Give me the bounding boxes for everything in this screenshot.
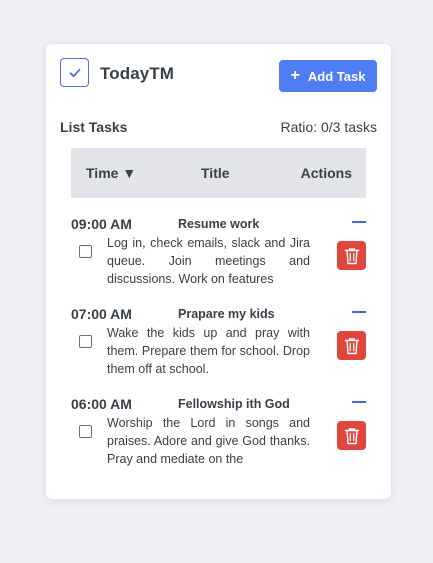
task-checkbox[interactable] (79, 335, 92, 348)
list-title: List Tasks (60, 119, 128, 135)
task-time: 07:00 AM (71, 306, 132, 322)
table-header: Time ▼ Title Actions (71, 148, 366, 198)
task-row: 06:00 AM Fellowship ith God Worship the … (71, 396, 366, 476)
task-description: Worship the Lord in songs and praises. A… (107, 416, 310, 466)
plus-icon: + (290, 67, 300, 84)
check-icon (69, 68, 80, 77)
task-description: Log in, check emails, slack and Jira que… (107, 236, 310, 286)
title-column-header: Title (201, 165, 230, 181)
task-time: 09:00 AM (71, 216, 132, 232)
task-ratio: Ratio: 0/3 tasks (280, 119, 378, 135)
task-title: Resume work (178, 217, 260, 231)
task-title: Fellowship ith God (178, 397, 290, 411)
logo-checkbox (60, 58, 89, 87)
delete-task-button[interactable] (337, 331, 366, 360)
task-description: Wake the kids up and pray with them. Pre… (107, 326, 310, 376)
collapse-dash-icon[interactable] (352, 311, 366, 313)
collapse-dash-icon[interactable] (352, 401, 366, 403)
trash-icon (344, 337, 359, 354)
collapse-dash-icon[interactable] (352, 221, 366, 223)
delete-task-button[interactable] (337, 421, 366, 450)
app-title: TodayTM (100, 64, 175, 83)
task-row: 07:00 AM Prapare my kids Wake the kids u… (71, 306, 366, 386)
task-title: Prapare my kids (178, 307, 275, 321)
add-task-button[interactable]: + Add Task (279, 60, 377, 92)
task-time: 06:00 AM (71, 396, 132, 412)
task-row: 09:00 AM Resume work Log in, check email… (71, 216, 366, 296)
add-task-label: Add Task (307, 68, 366, 84)
delete-task-button[interactable] (337, 241, 366, 270)
time-column-header[interactable]: Time ▼ (86, 165, 136, 181)
trash-icon (344, 247, 359, 264)
todo-card: TodayTM + Add Task List Tasks Ratio: 0/3… (46, 44, 391, 499)
task-checkbox[interactable] (79, 425, 92, 438)
task-checkbox[interactable] (79, 245, 92, 258)
trash-icon (344, 427, 359, 444)
actions-column-header: Actions (300, 165, 352, 181)
